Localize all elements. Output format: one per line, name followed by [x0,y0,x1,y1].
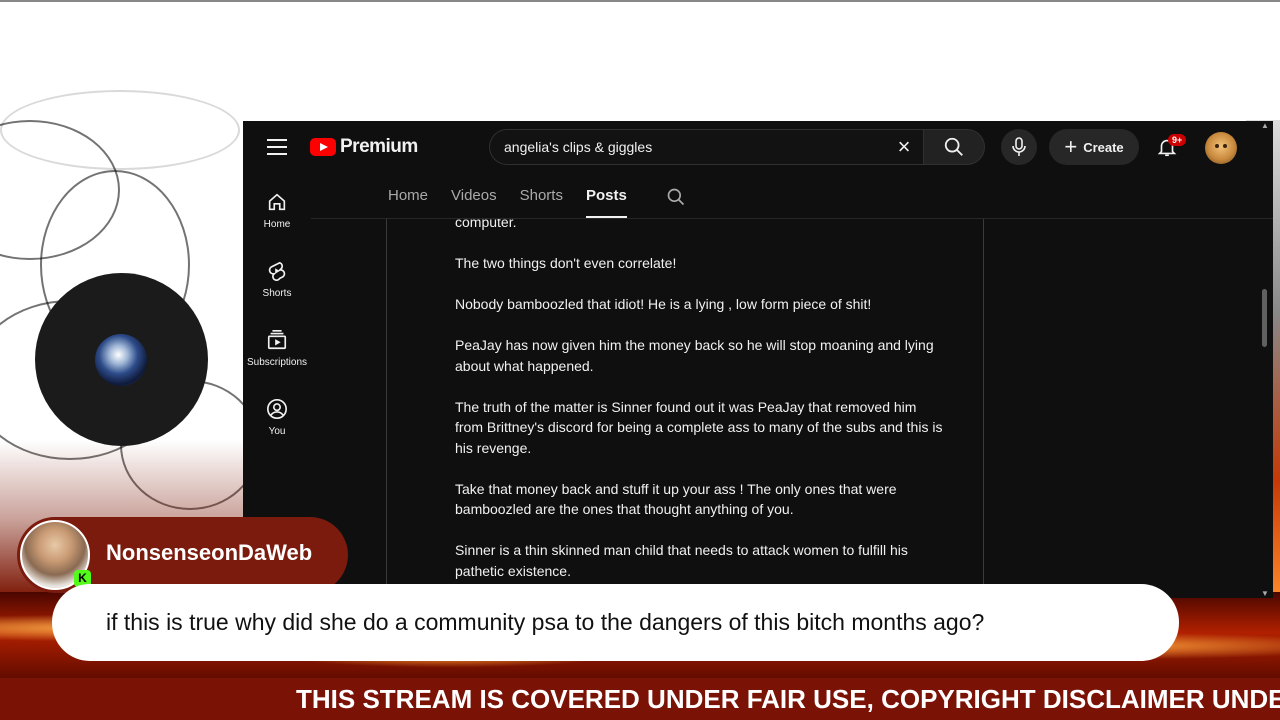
account-avatar[interactable] [1205,132,1237,164]
ticker-text: THIS STREAM IS COVERED UNDER FAIR USE, C… [296,684,1280,714]
youtube-window: Premium angelia's clips & giggles × + Cr… [243,121,1273,598]
logo-brand: Premium [340,136,418,157]
post-body: computer. The two things don't even corr… [455,219,945,598]
channel-search-icon[interactable] [666,187,686,207]
you-icon [267,399,287,419]
subscriptions-icon [267,330,287,350]
notification-badge: 9+ [1168,134,1187,146]
sidebar-item-label: You [268,426,286,437]
menu-icon[interactable] [267,139,287,155]
channel-tabs: Home Videos Shorts Posts [388,181,685,218]
post-paragraph: The truth of the matter is Sinner found … [455,398,943,456]
streamer-avatar [95,334,147,386]
post-paragraph: computer. [455,219,517,230]
scrollbar-thumb[interactable] [1262,289,1267,347]
tab-shorts[interactable]: Shorts [520,181,563,218]
shorts-icon [268,261,286,281]
tab-videos[interactable]: Videos [451,181,497,218]
sidebar-item-label: Shorts [262,288,292,299]
search-icon [944,137,963,156]
sidebar-item-you[interactable]: You [243,384,311,453]
microphone-icon [1012,137,1026,156]
bg-swirl [0,90,240,170]
sidebar-item-home[interactable]: Home [243,177,311,246]
post-paragraph: Nobody bamboozled that idiot! He is a ly… [455,296,872,312]
sidebar-item-label: Subscriptions [246,357,308,368]
chat-username: NonsenseonDaWeb [106,540,313,565]
search-input[interactable]: angelia's clips & giggles × [489,129,923,165]
ticker-bar: THIS STREAM IS COVERED UNDER FAIR USE, C… [0,678,1280,720]
search-button[interactable] [923,129,985,165]
post-paragraph: The two things don't even correlate! [455,255,677,271]
tab-home[interactable]: Home [388,181,428,218]
masthead: Premium angelia's clips & giggles × + Cr… [243,121,1273,173]
home-icon [268,193,286,211]
chat-message-text: if this is true why did she do a communi… [106,609,985,635]
search-value: angelia's clips & giggles [504,139,653,155]
youtube-logo[interactable]: Premium [310,136,418,158]
post-paragraph: PeaJay has now given him the money back … [455,337,934,374]
voice-search-button[interactable] [1001,129,1037,165]
tab-posts[interactable]: Posts [585,181,627,218]
sidebar-item-shorts[interactable]: Shorts [243,246,311,315]
plus-icon: + [1064,134,1078,159]
sidebar: Home Shorts Subscriptions You [243,177,311,453]
post-paragraph: Sinner is a thin skinned man child that … [455,542,908,579]
scroll-down-arrow[interactable]: ▼ [1261,589,1269,598]
create-button[interactable]: + Create [1049,129,1139,165]
webcam-circle [35,273,208,446]
scroll-up-arrow[interactable]: ▲ [1261,121,1269,130]
sidebar-item-label: Home [263,219,291,230]
community-post: computer. The two things don't even corr… [386,219,984,598]
post-paragraph: Take that money back and stuff it up you… [455,480,897,518]
create-label: Create [1083,139,1124,155]
sidebar-item-subscriptions[interactable]: Subscriptions [243,315,311,384]
top-divider [0,0,1280,2]
clear-icon[interactable]: × [893,136,915,158]
youtube-play-icon [310,138,336,156]
chat-message-bubble: if this is true why did she do a communi… [52,584,1179,661]
